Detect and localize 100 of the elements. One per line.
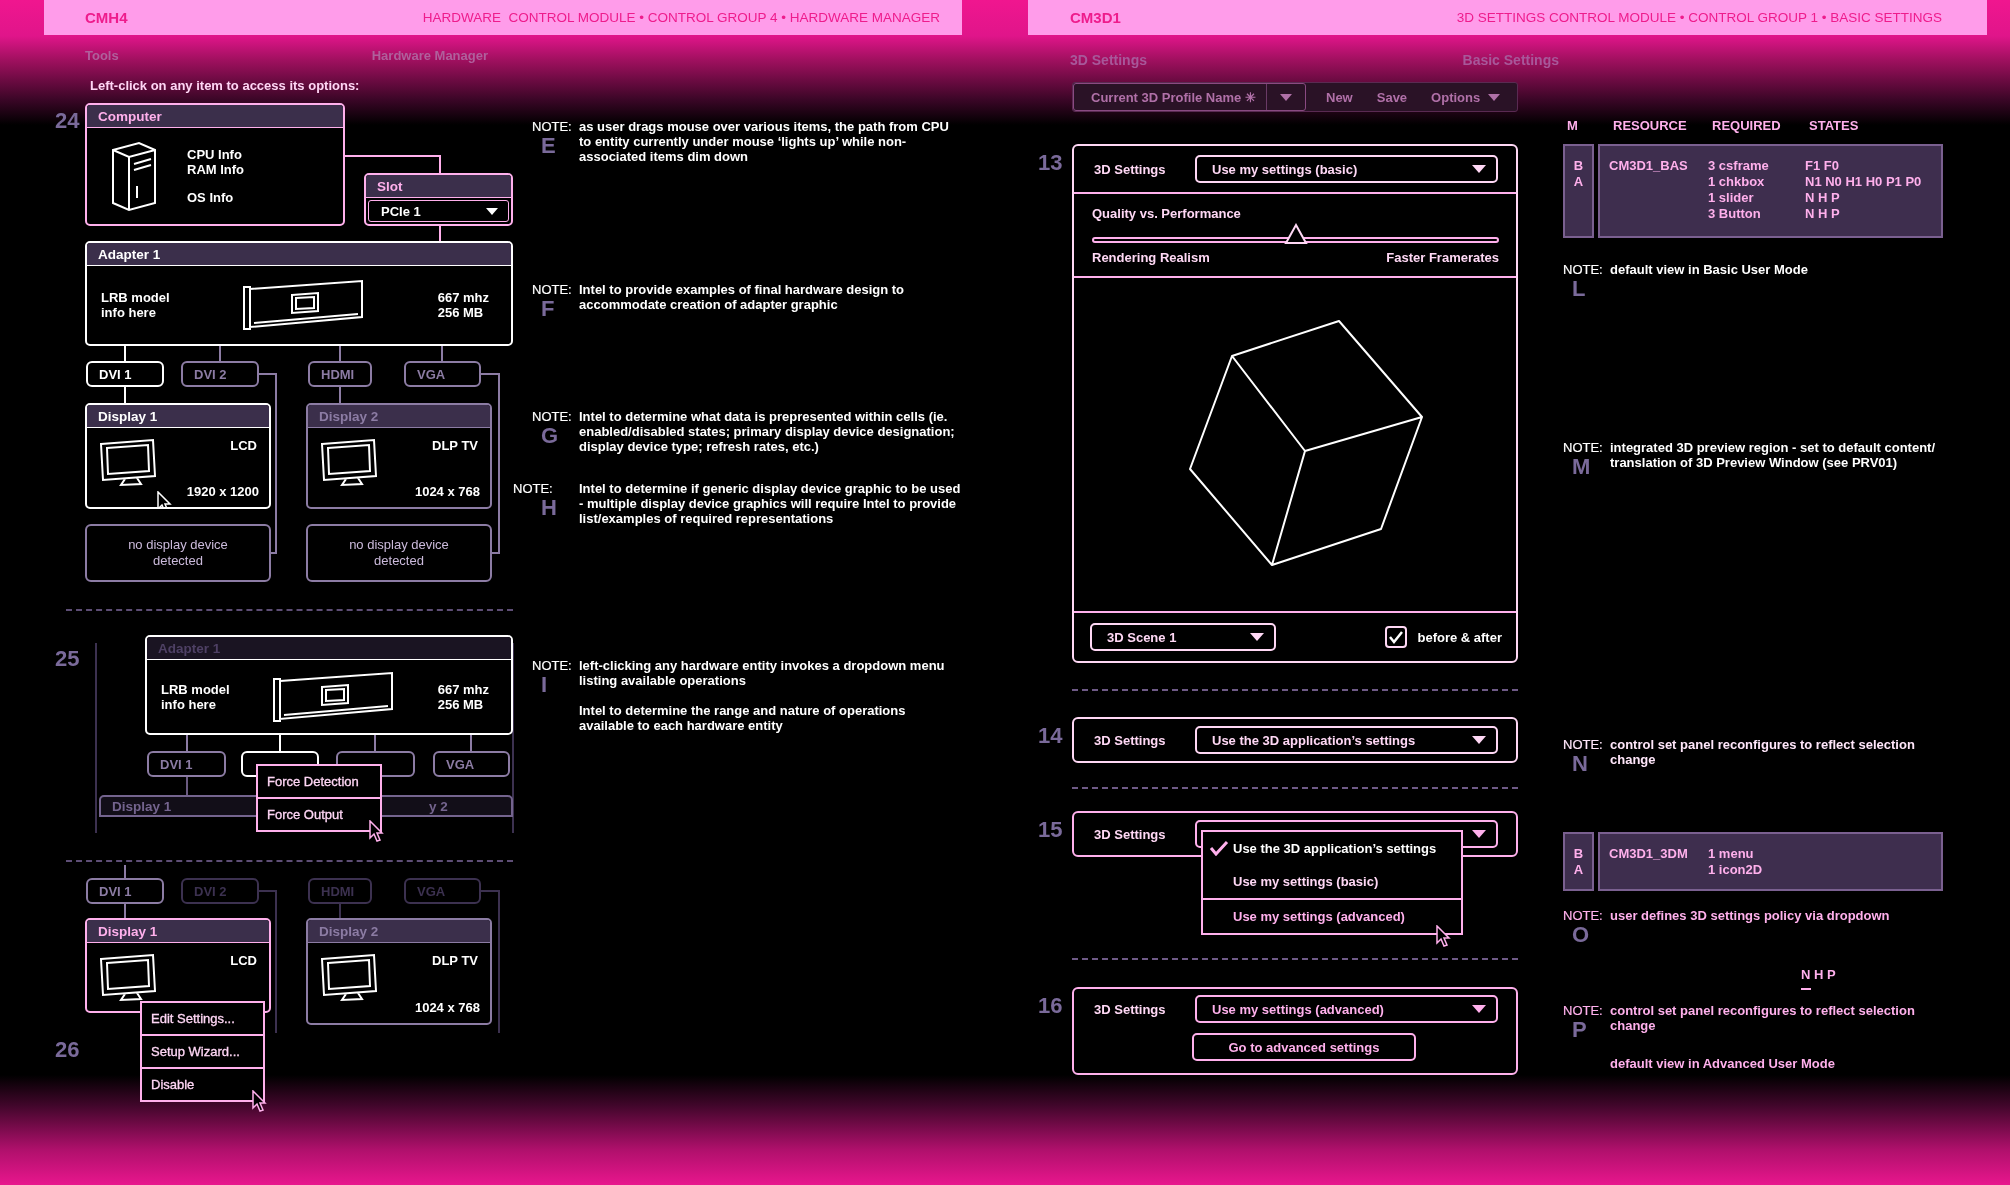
view-number: 15 — [1037, 816, 1064, 844]
note-text: default view in Basic User Mode — [1610, 262, 1809, 277]
info-text: RAM Info — [187, 162, 245, 177]
states-text: N H P — [1801, 967, 1837, 982]
states-text: F1 F0 — [1805, 158, 1840, 174]
empty-output-box: no display device detected — [85, 524, 271, 582]
module-code: CMH4 — [85, 9, 128, 26]
note-label: NOTE: — [513, 481, 554, 496]
note-letter: L — [1572, 277, 1587, 301]
display-type: DLP TV — [432, 953, 478, 968]
node-header: Display 1 — [87, 920, 269, 943]
view-number: 26 — [55, 1037, 80, 1063]
slider-title: Quality vs. Performance — [1092, 206, 1242, 221]
page-label: Hardware Manager — [371, 48, 489, 65]
mode-cell: B A — [1563, 832, 1594, 891]
view-number: 24 — [55, 108, 80, 134]
note-label: NOTE: — [1563, 440, 1604, 455]
note-letter: I — [541, 673, 549, 697]
required-text: 1 icon2D — [1708, 862, 1764, 878]
module-code: CM3D1 — [1070, 9, 1121, 26]
note-text: control set panel reconfigures to reflect selection change — [1610, 1003, 1916, 1033]
note-text: integrated 3D preview region - set to default content/ translation of 3D Preview Window (see PRV01) — [1610, 440, 1937, 470]
empty-output-box: no display device detected — [306, 524, 492, 582]
resolution-text: 1920 x 1200 — [186, 484, 259, 499]
note-text: left-clicking any hardware entity invokes a dropdown menu listing available operations — [579, 658, 946, 688]
section-label: 3D Settings — [1070, 52, 1147, 70]
note-letter: E — [541, 134, 557, 158]
node-header: Slot — [366, 175, 511, 198]
info-text: CPU Info — [187, 147, 243, 162]
note-letter: G — [541, 424, 560, 448]
required-text: 1 chkbox — [1708, 174, 1766, 190]
slider-min-label: Rendering Realism — [1092, 250, 1210, 265]
note-letter: M — [1572, 455, 1592, 479]
required-text: 1 menu — [1708, 846, 1755, 862]
spec-text: 667 mhz — [437, 681, 489, 697]
display-type: LCD — [230, 438, 257, 453]
field-label: 3D Settings — [1094, 826, 1166, 842]
note-label: NOTE: — [532, 282, 573, 297]
module-title: HARDWARE CONTROL MODULE • CONTROL GROUP 4 • HARDWARE MANAGER — [422, 10, 940, 25]
section-label: Tools — [85, 48, 119, 65]
node-header: Display 1 — [87, 405, 269, 428]
model-text: LRB model — [161, 681, 230, 697]
note-label: NOTE: — [532, 119, 573, 134]
note-text: Intel to determine what data is prepresented within cells (ie. enabled/disabled states; primary display device designation; display device type; refresh rates, etc.) — [579, 409, 956, 454]
model-text: info here — [101, 305, 157, 320]
column-header: REQUIRED — [1712, 118, 1782, 135]
spec-text: 256 MB — [437, 305, 485, 320]
mode-cell: B A — [1563, 144, 1594, 238]
resource-name: CM3D1_3DM — [1609, 846, 1689, 863]
node-header: Adapter 1 — [87, 243, 511, 266]
spec-text: 256 MB — [437, 696, 485, 712]
view-number: 13 — [1037, 149, 1064, 177]
spec-text: 667 mhz — [437, 290, 489, 305]
note-text: user defines 3D settings policy via dropdown — [1610, 908, 1891, 923]
node-header: Display 2 — [308, 405, 490, 428]
required-text: 3 csframe — [1708, 158, 1770, 174]
view-number: 25 — [55, 646, 80, 672]
view-number: 16 — [1037, 992, 1064, 1020]
slider-max-label: Faster Framerates — [1386, 250, 1499, 265]
states-text: N1 N0 H1 H0 P1 P0 — [1805, 174, 1923, 190]
note-text: Intel to determine the range and nature of operations available to each hardware entity — [579, 703, 907, 733]
required-text: 1 slider — [1708, 190, 1755, 206]
resolution-text: 1024 x 768 — [414, 484, 480, 499]
node-header: Display 2 — [308, 920, 490, 943]
note-text: Intel to provide examples of final hardware design to accommodate creation of adapter graphic — [579, 282, 906, 312]
checkbox-label: before & after — [1417, 629, 1502, 645]
instruction-text: Left-click on any item to access its options: — [90, 78, 361, 95]
display-type: DLP TV — [432, 438, 478, 453]
states-text: N H P — [1805, 190, 1841, 206]
module-title: 3D SETTINGS CONTROL MODULE • CONTROL GROUP 1 • BASIC SETTINGS — [1456, 10, 1942, 25]
column-header: M — [1567, 118, 1579, 135]
note-text: as user drags mouse over various items, the path from CPU to entity currently under mouse ‘lights up’ while non-associated items dim down — [579, 119, 950, 164]
model-text: LRB model — [101, 290, 170, 305]
note-letter: O — [1572, 923, 1591, 947]
column-header: STATES — [1809, 118, 1860, 135]
node-header: Adapter 1 — [147, 637, 511, 660]
resource-name: CM3D1_BAS — [1609, 158, 1689, 175]
note-letter: F — [541, 297, 556, 321]
note-text: Intel to determine if generic display device graphic to be used - multiple display device graphics will require Intel to provide list/examples of required representations — [579, 481, 962, 526]
required-text: 3 Button — [1708, 206, 1762, 222]
view-number: 14 — [1037, 722, 1064, 750]
page-label: Basic Settings — [1462, 52, 1559, 70]
note-label: NOTE: — [1563, 908, 1604, 923]
info-text: OS Info — [187, 190, 235, 205]
note-label: NOTE: — [1563, 262, 1604, 277]
note-label: NOTE: — [532, 658, 573, 673]
model-text: info here — [161, 696, 217, 712]
field-label: 3D Settings — [1094, 1001, 1166, 1017]
field-label: 3D Settings — [1094, 732, 1166, 748]
states-text: N H P — [1805, 206, 1841, 222]
column-header: RESOURCE — [1613, 118, 1688, 135]
resolution-text: 1024 x 768 — [414, 1000, 480, 1015]
note-text: control set panel reconfigures to reflect selection change — [1610, 737, 1916, 767]
note-label: NOTE: — [1563, 737, 1604, 752]
note-label: NOTE: — [532, 409, 573, 424]
note-text: default view in Advanced User Mode — [1610, 1056, 1836, 1071]
node-header: Computer — [87, 105, 343, 128]
note-letter: H — [541, 496, 558, 520]
field-label: 3D Settings — [1094, 161, 1166, 177]
display-type: LCD — [230, 953, 257, 968]
